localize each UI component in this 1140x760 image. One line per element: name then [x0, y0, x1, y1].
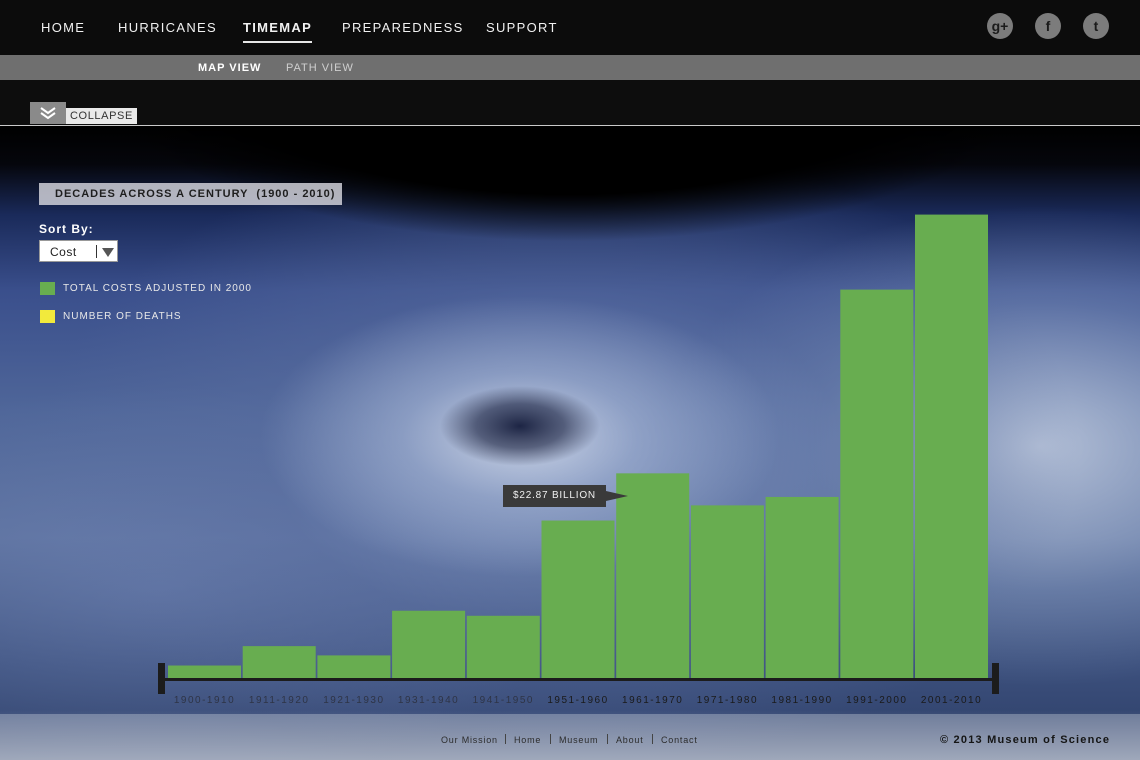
- x-tick-label: 1931-1940: [398, 695, 459, 706]
- bar-1951-1960[interactable]: [541, 520, 615, 679]
- x-tick-label: 1941-1950: [473, 695, 534, 706]
- bar-1911-1920[interactable]: [242, 646, 316, 679]
- decades-bar-chart: 1900-1910 1911-1920 1921-1930 1931-1940 1941…: [158, 214, 999, 706]
- x-tick-label: 1951-1960: [547, 695, 608, 706]
- bar-tooltip: $22.87 BILLION: [503, 485, 628, 507]
- bar-1971-1980[interactable]: [690, 505, 764, 679]
- bar-1931-1940[interactable]: [392, 610, 466, 679]
- x-tick-label: 1991-2000: [846, 695, 907, 706]
- bar-1981-1990[interactable]: [765, 496, 839, 679]
- footer-link-home[interactable]: Home: [514, 735, 541, 745]
- x-axis-left-cap: [158, 663, 165, 694]
- footer-divider: [607, 734, 608, 744]
- footer: Our Mission Home Museum About Contact © …: [0, 714, 1140, 760]
- x-tick-label: 1911-1920: [249, 695, 310, 706]
- x-tick-label: 1981-1990: [771, 695, 832, 706]
- bar-1921-1930[interactable]: [317, 655, 391, 679]
- x-axis-right-cap: [992, 663, 999, 694]
- bar-1991-2000[interactable]: [840, 289, 914, 679]
- footer-link-about[interactable]: About: [616, 735, 644, 745]
- copyright: © 2013 Museum of Science: [940, 734, 1111, 746]
- footer-divider: [652, 734, 653, 744]
- footer-divider: [550, 734, 551, 744]
- x-axis-line: [158, 678, 999, 681]
- x-tick-label: 2001-2010: [921, 695, 982, 706]
- footer-link-museum[interactable]: Museum: [559, 735, 598, 745]
- bar-1961-1970[interactable]: [616, 473, 690, 679]
- x-tick-label: 1900-1910: [174, 695, 235, 706]
- x-tick-label: 1971-1980: [697, 695, 758, 706]
- x-tick-label: 1921-1930: [323, 695, 384, 706]
- bar-2001-2010[interactable]: [915, 214, 988, 680]
- footer-link-our-mission[interactable]: Our Mission: [441, 735, 498, 745]
- footer-divider: [505, 734, 506, 744]
- footer-link-contact[interactable]: Contact: [661, 735, 698, 745]
- x-tick-label: 1961-1970: [622, 695, 683, 706]
- bar-1900-1910[interactable]: [168, 665, 241, 679]
- bar-1941-1950[interactable]: [466, 615, 540, 679]
